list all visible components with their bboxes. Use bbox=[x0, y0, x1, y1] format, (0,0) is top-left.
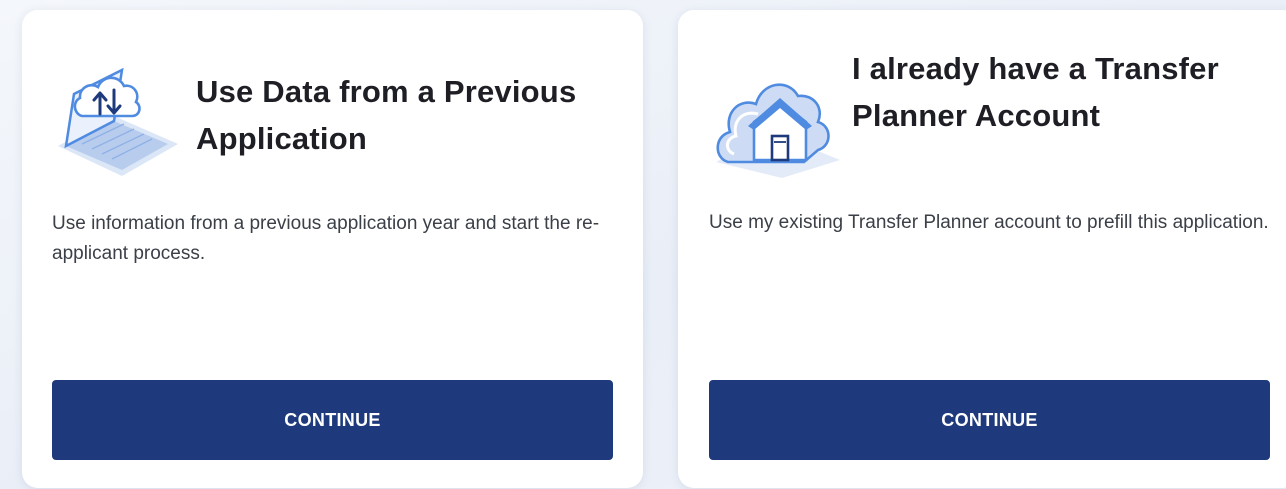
continue-button-transfer-planner[interactable]: CONTINUE bbox=[709, 380, 1270, 460]
continue-button-previous-application[interactable]: CONTINUE bbox=[52, 380, 613, 460]
cloud-house-icon bbox=[708, 50, 848, 180]
application-start-options: Use Data from a Previous Application Use… bbox=[0, 0, 1286, 489]
cloud-laptop-upload-icon bbox=[52, 54, 202, 179]
option-description: Use information from a previous applicat… bbox=[52, 213, 600, 264]
option-card-transfer-planner: I already have a Transfer Planner Accoun… bbox=[678, 10, 1286, 488]
option-card-previous-application: Use Data from a Previous Application Use… bbox=[22, 10, 643, 488]
option-title: I already have a Transfer Planner Accoun… bbox=[852, 51, 1219, 133]
option-title: Use Data from a Previous Application bbox=[196, 74, 577, 156]
option-description: Use my existing Transfer Planner account… bbox=[709, 212, 1269, 233]
